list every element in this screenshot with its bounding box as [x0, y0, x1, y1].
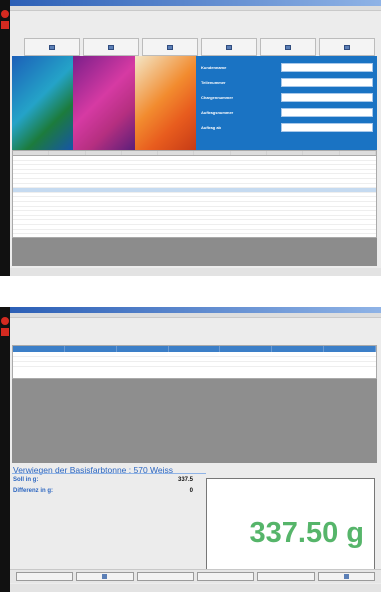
toolbar — [24, 38, 375, 56]
table-row[interactable] — [13, 362, 376, 367]
column-header[interactable] — [231, 151, 268, 155]
order-from-field[interactable] — [281, 122, 373, 132]
column-header[interactable] — [49, 151, 86, 155]
banner-image-orange — [134, 56, 196, 150]
form-row-customer: Kundenname — [201, 60, 373, 74]
action-button-2[interactable] — [76, 572, 134, 581]
order-form: Kundenname Teilenummer Chargennummer Auf… — [196, 56, 377, 150]
target-weight-value: 337.5 — [177, 477, 193, 483]
action-button-5[interactable] — [257, 572, 315, 581]
tool-icon — [49, 44, 55, 50]
tool-icon — [108, 44, 114, 50]
form-row-batch-number: Chargennummer — [201, 90, 373, 104]
table-row[interactable] — [13, 230, 376, 235]
menu-bar — [10, 6, 381, 11]
batch-number-field[interactable] — [281, 92, 373, 102]
column-header[interactable] — [340, 151, 376, 155]
action-button-1[interactable] — [16, 572, 74, 581]
status-bar — [10, 584, 381, 592]
toolbar-button-6[interactable] — [319, 38, 375, 56]
field-label: Teilenummer — [201, 79, 226, 85]
action-icon — [343, 574, 349, 579]
empty-workspace — [12, 379, 377, 463]
banner-image-magenta — [73, 56, 135, 150]
form-row-part-number: Teilenummer — [201, 75, 373, 89]
toolbar-button-4[interactable] — [201, 38, 257, 56]
field-label: Kundenname — [201, 64, 227, 70]
column-header[interactable] — [122, 151, 159, 155]
action-button-6[interactable] — [317, 572, 375, 581]
table-header — [13, 346, 376, 352]
column-header[interactable] — [220, 346, 273, 352]
toolbar-button-5[interactable] — [260, 38, 316, 56]
column-header[interactable] — [13, 151, 50, 155]
order-number-field[interactable] — [281, 107, 373, 117]
action-button-3[interactable] — [136, 572, 194, 581]
column-header[interactable] — [158, 151, 195, 155]
column-header[interactable] — [324, 346, 376, 352]
component-table — [12, 345, 377, 379]
target-weight-label: Soll in g: — [13, 477, 39, 483]
target-weight-row: Soll in g: 337.5 — [13, 477, 193, 483]
tool-icon — [226, 44, 232, 50]
column-header[interactable] — [303, 151, 340, 155]
tool-icon — [167, 44, 173, 50]
column-header[interactable] — [117, 346, 169, 352]
customer-field[interactable] — [281, 62, 373, 72]
form-row-order-number: Auftragsnummer — [201, 105, 373, 119]
column-header[interactable] — [86, 151, 122, 155]
part-number-field[interactable] — [281, 77, 373, 87]
tool-icon — [285, 44, 291, 50]
product-banner — [12, 56, 196, 150]
toolbar-button-1[interactable] — [24, 38, 80, 56]
screenshot-main-window: Kundenname Teilenummer Chargennummer Auf… — [0, 0, 381, 276]
empty-workspace — [12, 238, 377, 266]
column-header[interactable] — [65, 346, 117, 352]
column-header[interactable] — [194, 151, 231, 155]
status-bar — [10, 268, 381, 276]
brand-logo-icon — [1, 10, 9, 18]
banner-image-blue — [12, 56, 74, 150]
title-underline — [12, 473, 206, 474]
tool-icon — [344, 44, 350, 50]
scale-weight-readout: 337.50 g — [249, 517, 364, 549]
column-header[interactable] — [272, 346, 325, 352]
brand-mark-icon — [1, 21, 9, 29]
action-bar — [10, 569, 381, 583]
brand-mark-icon — [1, 328, 9, 336]
menu-bar — [10, 313, 381, 318]
field-label: Auftragsnummer — [201, 109, 234, 115]
action-button-4[interactable] — [196, 572, 255, 581]
orders-table — [12, 150, 377, 238]
toolbar-button-2[interactable] — [83, 38, 139, 56]
difference-label: Differenz in g: — [13, 488, 53, 494]
toolbar-button-3[interactable] — [142, 38, 198, 56]
action-icon — [102, 574, 108, 579]
difference-row: Differenz in g: 0 — [13, 488, 193, 494]
difference-value: 0 — [189, 488, 193, 494]
brand-strip — [0, 307, 10, 592]
form-row-order-from: Auftrag ab — [201, 120, 373, 134]
column-header[interactable] — [169, 346, 221, 352]
brand-logo-icon — [1, 317, 9, 325]
scale-display-panel: 337.50 g — [206, 478, 375, 575]
field-label: Auftrag ab — [201, 124, 221, 130]
field-label: Chargennummer — [201, 94, 234, 100]
brand-strip — [0, 0, 10, 276]
screenshot-weighing-window: Verwiegen der Basisfarbtonne : 570 Weiss… — [0, 307, 381, 592]
column-header[interactable] — [267, 151, 304, 155]
column-header[interactable] — [13, 346, 65, 352]
